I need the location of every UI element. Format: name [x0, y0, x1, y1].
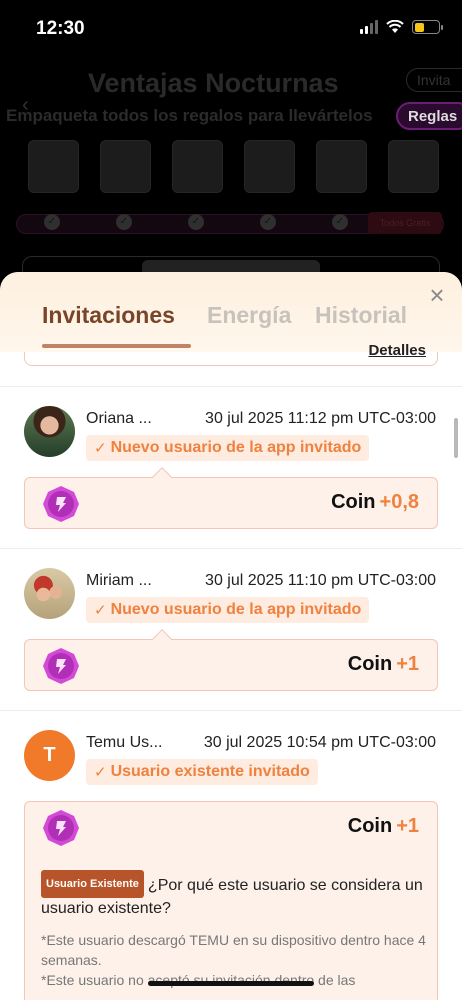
status-tag-label: Nuevo usuario de la app invitado — [110, 601, 362, 618]
status-tag: ✓ Nuevo usuario de la app invitado — [86, 597, 370, 623]
explanation-question: Usuario Existente ¿Por qué este usuario s… — [41, 870, 431, 920]
reward-currency: Coin — [347, 815, 393, 837]
reward-value: Coin +0,8 — [331, 491, 419, 514]
scrollbar[interactable] — [454, 418, 458, 458]
bg-subtitle: Empaqueta todos los regalos para llevárt… — [6, 106, 373, 125]
status-time: 12:30 — [36, 18, 85, 39]
reward-box: Coin +0,8 — [24, 477, 438, 529]
progress-checks: ✓ ✓ ✓ ✓ ✓ — [44, 214, 348, 230]
gift-item — [244, 140, 295, 193]
all-free-badge: Todos Gratis — [368, 212, 442, 234]
status-tag-label: Usuario existente invitado — [110, 763, 310, 780]
coin-icon — [43, 810, 79, 846]
reward-value: Coin +1 — [348, 653, 419, 676]
entry-date: 30 jul 2025 11:12 pm UTC-03:00 — [205, 410, 436, 427]
existing-user-explanation: Usuario Existente ¿Por qué este usuario s… — [41, 870, 431, 990]
wifi-icon — [386, 20, 404, 33]
gift-item — [316, 140, 367, 193]
check-icon: ✓ — [332, 214, 348, 230]
home-indicator[interactable] — [148, 981, 314, 986]
reward-amount: +1 — [396, 815, 419, 837]
reward-box: Coin +1 — [24, 639, 438, 691]
invite-pill: Invita — [406, 68, 462, 92]
status-icons — [360, 20, 443, 34]
entry-date: 30 jul 2025 10:54 pm UTC-03:00 — [203, 734, 436, 751]
active-tab-indicator — [42, 344, 191, 348]
gift-item — [100, 140, 151, 193]
explanation-note: *Este usuario no aceptó su invitación de… — [41, 972, 356, 988]
reward-currency: Coin — [331, 491, 376, 513]
divider — [0, 386, 462, 387]
check-icon: ✓ — [188, 214, 204, 230]
check-icon: ✓ — [116, 214, 132, 230]
reward-currency: Coin — [347, 653, 393, 675]
entry-name: Temu Us... — [86, 734, 163, 751]
battery-level — [414, 22, 424, 32]
divider — [0, 548, 462, 549]
invitations-sheet: Invitaciones Energía Historial × Detalle… — [0, 272, 462, 1000]
cellular-signal-icon — [360, 20, 378, 34]
status-tag: ✓ Nuevo usuario de la app invitado — [86, 435, 370, 461]
explanation-note: *Este usuario descargó TEMU en su dispos… — [41, 932, 426, 968]
status-tag: ✓ Usuario existente invitado — [86, 759, 318, 785]
checkmark-icon: ✓ — [94, 440, 107, 457]
checkmark-icon: ✓ — [94, 764, 107, 781]
entry-name: Miriam ... — [86, 572, 152, 589]
tab-energia[interactable]: Energía — [207, 302, 291, 329]
tab-historial[interactable]: Historial — [315, 302, 407, 329]
close-icon[interactable]: × — [426, 282, 448, 308]
entry-name: Oriana ... — [86, 410, 152, 427]
check-icon: ✓ — [44, 214, 60, 230]
status-bar: 12:30 — [0, 0, 462, 56]
coin-icon — [43, 648, 79, 684]
battery-icon — [412, 20, 443, 34]
bg-title: Ventajas Nocturnas — [88, 68, 339, 98]
rules-button: Reglas — [396, 102, 462, 130]
reward-amount: +1 — [396, 653, 419, 675]
coin-icon — [43, 486, 79, 522]
reward-amount: +0,8 — [379, 491, 419, 513]
gift-row — [28, 140, 439, 193]
gift-item — [388, 140, 439, 193]
background-page: ‹ Ventajas Nocturnas Invita Empaqueta to… — [0, 56, 462, 316]
existing-user-badge: Usuario Existente — [41, 870, 144, 898]
details-link[interactable]: Detalles — [368, 342, 426, 359]
gift-item — [172, 140, 223, 193]
checkmark-icon: ✓ — [94, 602, 107, 619]
entry-date: 30 jul 2025 11:10 pm UTC-03:00 — [205, 572, 436, 589]
tab-invitaciones[interactable]: Invitaciones — [42, 302, 175, 329]
status-tag-label: Nuevo usuario de la app invitado — [110, 439, 362, 456]
sheet-header: Invitaciones Energía Historial × — [0, 272, 462, 352]
avatar: T — [24, 730, 75, 781]
divider — [0, 710, 462, 711]
check-icon: ✓ — [260, 214, 276, 230]
reward-value: Coin +1 — [348, 815, 419, 838]
reward-box: Coin +1 Usuario Existente ¿Por qué este us… — [24, 801, 438, 1000]
gift-item — [28, 140, 79, 193]
avatar — [24, 406, 75, 457]
avatar — [24, 568, 75, 619]
